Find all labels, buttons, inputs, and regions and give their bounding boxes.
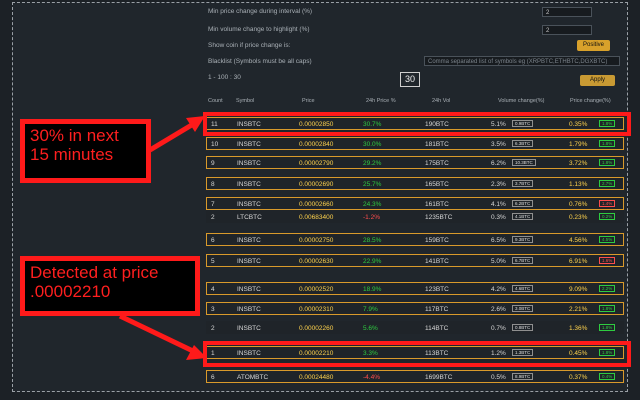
arrow-top-line (148, 120, 197, 153)
annotation-arrows (118, 116, 207, 360)
arrow-bottom-line (118, 313, 197, 355)
